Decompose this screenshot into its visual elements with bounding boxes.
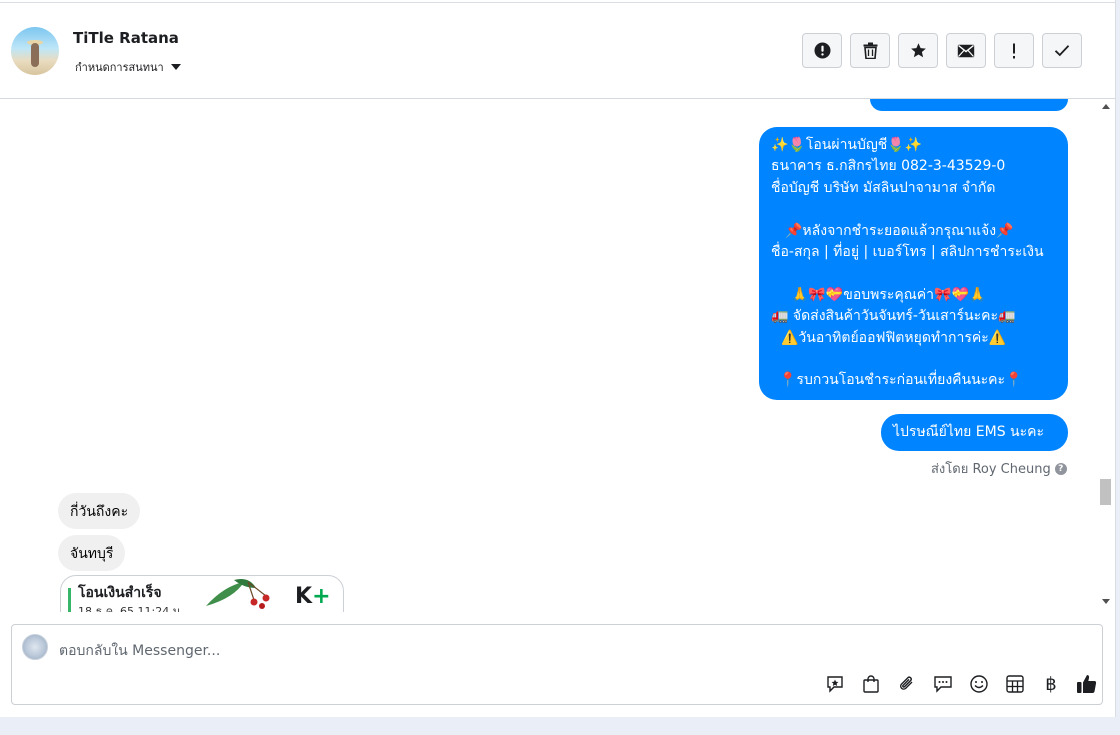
outgoing-message-partial <box>870 99 1068 111</box>
message-line: 🙏🎀💝ขอบพระคุณค่า🎀💝🙏 <box>791 286 987 303</box>
reply-composer[interactable]: ตอบกลับใน Messenger... ฿ <box>11 624 1103 705</box>
page-avatar <box>22 634 48 660</box>
incoming-message: จันทบุรี <box>58 535 126 571</box>
assign-label: กำหนดการสนทนา <box>75 61 164 74</box>
trash-icon <box>863 42 877 59</box>
message-line <box>771 199 1056 220</box>
table-button[interactable] <box>997 673 1033 695</box>
paperclip-icon <box>900 676 913 690</box>
envelope-icon <box>957 44 975 57</box>
receipt-date: 18 ธ.ค. 65 11:24 น. <box>78 605 184 612</box>
message-line: ⚠️วันอาทิตย์ออฟฟิตหยุดทำการค่ะ⚠️ <box>781 329 1007 346</box>
sent-by-text: ส่งโดย Roy Cheung <box>931 462 1051 477</box>
saved-reply-button[interactable] <box>817 673 853 695</box>
spam-button[interactable] <box>802 33 842 68</box>
assign-conversation-dropdown[interactable]: กำหนดการสนทนา <box>75 58 181 76</box>
mark-unread-button[interactable] <box>946 33 986 68</box>
kplus-letter: K <box>295 584 313 609</box>
scroll-down-arrow-icon[interactable] <box>1102 599 1110 604</box>
alert-circle-icon <box>814 42 830 59</box>
kplus-logo: K+ <box>295 584 331 609</box>
receipt-title: โอนเงินสำเร็จ <box>78 585 162 601</box>
shopping-bag-icon <box>863 675 879 693</box>
like-button[interactable] <box>1069 673 1105 695</box>
contact-avatar[interactable] <box>11 27 59 75</box>
exclamation-icon <box>1013 43 1015 58</box>
message-line: ✨🌷โอนผ่านบัญชี🌷✨ <box>771 137 923 153</box>
table-icon <box>1006 675 1024 693</box>
saved-reply-icon <box>827 676 843 693</box>
attach-button[interactable] <box>889 673 925 695</box>
message-line <box>771 263 1056 284</box>
chat-bubbles-icon <box>934 676 952 693</box>
emoji-button[interactable] <box>961 673 997 695</box>
done-button[interactable] <box>1042 33 1082 68</box>
shop-button[interactable] <box>853 673 889 695</box>
scroll-up-arrow-icon[interactable] <box>1102 104 1110 109</box>
thread-scrollbar[interactable] <box>1097 99 1115 612</box>
avatar-figure <box>31 43 39 67</box>
message-line <box>771 349 1056 370</box>
message-line: 🚛 จัดส่งสินค้าวันจันทร์-วันเสาร์นะคะ🚛 <box>771 308 1016 325</box>
contact-name[interactable]: TiTle Ratana <box>73 29 179 47</box>
star-button[interactable] <box>898 33 938 68</box>
message-line: 📍รบกวนโอนชำระก่อนเที่ยงคืนนะคะ📍 <box>779 372 1023 389</box>
holly-decoration-icon <box>206 579 270 609</box>
conversation-header: TiTle Ratana กำหนดการสนทนา <box>0 3 1115 99</box>
header-actions <box>802 33 1082 68</box>
emoji-icon <box>970 675 988 693</box>
caret-down-icon <box>170 64 181 70</box>
priority-button[interactable] <box>994 33 1034 68</box>
help-icon[interactable]: ? <box>1054 462 1067 475</box>
scroll-thumb[interactable] <box>1100 479 1111 505</box>
baht-icon: ฿ <box>1045 673 1057 695</box>
message-thread[interactable]: ✨🌷โอนผ่านบัญชี🌷✨ ธนาคาร ธ.กสิกรไทย 082-3… <box>0 99 1097 612</box>
outgoing-message-ems: ไปรษณีย์ไทย EMS นะคะ <box>881 414 1068 451</box>
receipt-accent-bar <box>68 588 71 612</box>
outgoing-message-payment-info: ✨🌷โอนผ่านบัญชี🌷✨ ธนาคาร ธ.กสิกรไทย 082-3… <box>759 127 1068 400</box>
check-icon <box>1054 45 1070 57</box>
message-line: 📌หลังจากชำระยอดแล้วกรุณาแจ้ง📌 <box>785 222 1014 239</box>
conversation-panel: TiTle Ratana กำหนดการสนทนา ✨🌷โอนผ่านบัญช… <box>0 0 1116 717</box>
payment-button[interactable]: ฿ <box>1033 673 1069 695</box>
sent-by-label: ส่งโดย Roy Cheung ? <box>931 458 1067 479</box>
star-icon <box>910 43 926 58</box>
delete-button[interactable] <box>850 33 890 68</box>
message-line: ชื่อ-สกุล | ที่อยู่ | เบอร์โทร | สลิปการ… <box>771 243 1044 260</box>
chat-button[interactable] <box>925 673 961 695</box>
composer-toolbar: ฿ <box>817 673 1105 695</box>
kplus-plus: + <box>312 584 331 609</box>
incoming-message: กี่วันถึงคะ <box>58 493 141 529</box>
transfer-receipt-image[interactable]: โอนเงินสำเร็จ 18 ธ.ค. 65 11:24 น. K+ <box>60 575 344 612</box>
thumbs-up-icon <box>1077 675 1097 693</box>
reply-input[interactable]: ตอบกลับใน Messenger... <box>59 640 220 662</box>
message-line: ธนาคาร ธ.กสิกรไทย 082-3-43529-0 <box>771 158 1006 175</box>
message-line: ชื่อบัญชี บริษัท มัสลินปาจามาส จำกัด <box>771 179 996 196</box>
